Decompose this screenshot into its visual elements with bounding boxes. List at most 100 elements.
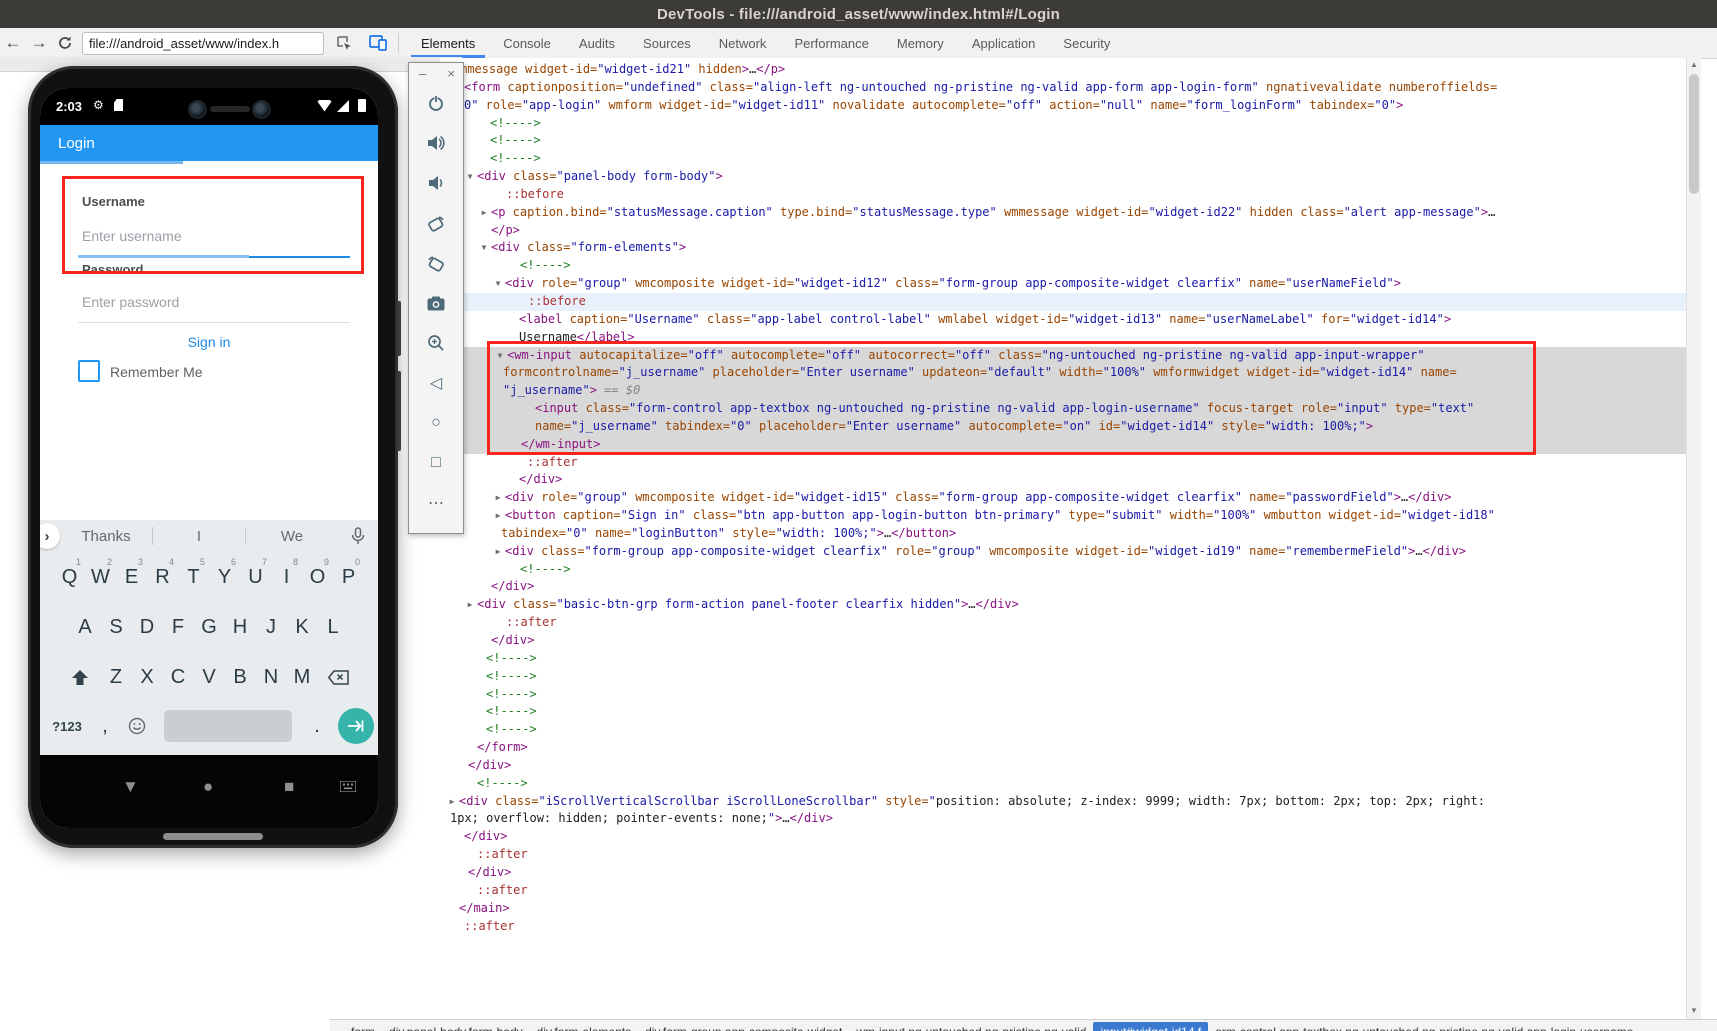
suggestion-word[interactable]: I <box>153 528 245 545</box>
key-k[interactable]: K <box>287 616 318 639</box>
code-line[interactable]: <label caption="Username" class="app-lab… <box>446 311 1687 329</box>
key-m[interactable]: M <box>287 666 318 689</box>
remember-me-label[interactable]: Remember Me <box>110 364 203 380</box>
expand-arrow-down-icon[interactable]: ▼ <box>494 347 506 365</box>
code-line[interactable]: ▶<div class="iScrollVerticalScrollbar iS… <box>446 793 1687 811</box>
zoom-icon[interactable] <box>409 331 463 355</box>
breadcrumb-item[interactable]: input#widget-id14.f <box>1093 1022 1208 1031</box>
key-space[interactable] <box>164 710 292 742</box>
scroll-down-icon[interactable]: ▼ <box>1687 1004 1701 1018</box>
back-icon[interactable]: ← <box>0 30 26 56</box>
nav-home-icon[interactable]: ● <box>203 777 213 797</box>
tab-network[interactable]: Network <box>705 28 781 58</box>
key-c[interactable]: C <box>163 666 194 689</box>
code-line[interactable]: <!----> <box>446 650 1687 668</box>
suggestion-word[interactable]: Thanks <box>60 528 152 545</box>
key-d[interactable]: D <box>132 616 163 639</box>
code-line[interactable]: <!----> <box>446 257 1687 275</box>
key-n[interactable]: N <box>256 666 287 689</box>
expand-arrow-down-icon[interactable]: ▼ <box>478 239 490 257</box>
tab-memory[interactable]: Memory <box>883 28 958 58</box>
overview-icon[interactable]: □ <box>409 451 463 475</box>
code-line[interactable]: ::before <box>446 186 1687 204</box>
refresh-icon[interactable] <box>52 30 78 56</box>
code-line[interactable]: <!----> <box>446 561 1687 579</box>
key-b[interactable]: B <box>225 666 256 689</box>
key-s[interactable]: S <box>101 616 132 639</box>
code-line[interactable]: ▼<wm-input autocapitalize="off" autocomp… <box>440 347 1687 365</box>
code-line[interactable]: <!----> <box>446 686 1687 704</box>
code-line[interactable]: ▼<div role="group" wmcomposite widget-id… <box>446 275 1687 293</box>
volume-button[interactable] <box>397 301 401 356</box>
code-line[interactable]: ▶<div role="group" wmcomposite widget-id… <box>446 489 1687 507</box>
key-x[interactable]: X <box>132 666 163 689</box>
code-line[interactable]: ::after <box>446 454 1687 472</box>
expand-arrow-right-icon[interactable]: ▶ <box>478 204 490 222</box>
code-line[interactable]: ▶<div class="form-group app-composite-wi… <box>446 543 1687 561</box>
code-line[interactable]: mmessage widget-id="widget-id21" hidden>… <box>446 61 1687 79</box>
code-line[interactable]: </form> <box>446 739 1687 757</box>
suggestion-word[interactable]: We <box>246 528 338 545</box>
key-y[interactable]: Y6 <box>209 566 240 589</box>
code-line[interactable]: </div> <box>446 578 1687 596</box>
power-icon[interactable] <box>409 91 463 115</box>
expand-arrow-right-icon[interactable]: ▶ <box>464 596 476 614</box>
code-line[interactable]: 0" role="app-login" wmform widget-id="wi… <box>446 97 1687 115</box>
camera-icon[interactable] <box>409 291 463 315</box>
code-line[interactable]: 1px; overflow: hidden; pointer-events: n… <box>446 810 1687 828</box>
password-input[interactable]: Enter password <box>82 294 179 310</box>
tab-performance[interactable]: Performance <box>780 28 882 58</box>
code-line[interactable]: </div> <box>446 471 1687 489</box>
code-line[interactable]: name="j_username" tabindex="0" placehold… <box>440 418 1687 436</box>
inspect-element-icon[interactable] <box>330 30 358 56</box>
enter-key-icon[interactable] <box>338 708 374 744</box>
code-line[interactable]: </div> <box>446 757 1687 775</box>
toolbar-minimize-icon[interactable]: – <box>419 66 426 81</box>
emoji-key-icon[interactable] <box>120 717 154 735</box>
code-line[interactable]: <!----> <box>446 115 1687 133</box>
expand-arrow-down-icon[interactable]: ▼ <box>492 275 504 293</box>
code-line[interactable]: ▼<div class="panel-body form-body"> <box>446 168 1687 186</box>
comma-key[interactable]: , <box>90 715 120 738</box>
breadcrumb-item[interactable]: wm-input.ng-untouched.ng-pristine.ng-val… <box>849 1022 1093 1031</box>
home-icon[interactable]: ○ <box>409 411 463 435</box>
code-line[interactable]: ▼<div class="form-elements"> <box>446 239 1687 257</box>
more-icon[interactable]: ⋯ <box>409 491 463 515</box>
key-e[interactable]: E3 <box>116 566 147 589</box>
shift-key-icon[interactable] <box>59 669 101 686</box>
key-o[interactable]: O9 <box>302 566 333 589</box>
key-p[interactable]: P0 <box>333 566 364 589</box>
key-h[interactable]: H <box>225 616 256 639</box>
code-line[interactable]: ▶<div class="basic-btn-grp form-action p… <box>446 596 1687 614</box>
backspace-key-icon[interactable] <box>318 670 360 685</box>
power-button[interactable] <box>397 371 401 451</box>
code-line[interactable]: </p> <box>446 222 1687 240</box>
device-toolbar-icon[interactable] <box>364 30 392 56</box>
url-input[interactable]: file:///android_asset/www/index.h <box>82 32 324 55</box>
code-line[interactable]: <form captionposition="undefined" class=… <box>446 79 1687 97</box>
code-line[interactable]: formcontrolname="j_username" placeholder… <box>440 364 1687 382</box>
code-line[interactable]: ::after <box>446 918 1687 936</box>
code-line[interactable]: <!----> <box>446 668 1687 686</box>
code-line[interactable]: "j_username"> == $0 <box>440 382 1687 400</box>
code-line[interactable]: <!----> <box>446 703 1687 721</box>
nav-keyboard-icon[interactable] <box>340 781 356 792</box>
tab-audits[interactable]: Audits <box>565 28 629 58</box>
key-t[interactable]: T5 <box>178 566 209 589</box>
remember-me-checkbox[interactable] <box>78 360 100 382</box>
code-line[interactable]: <!----> <box>446 721 1687 739</box>
period-key[interactable]: . <box>302 715 332 738</box>
tab-console[interactable]: Console <box>489 28 565 58</box>
elements-scrollbar[interactable]: ▲ ▼ <box>1686 58 1701 1020</box>
code-line[interactable]: <input class="form-control app-textbox n… <box>440 400 1687 418</box>
scrollbar-thumb[interactable] <box>1689 74 1699 194</box>
key-v[interactable]: V <box>194 666 225 689</box>
code-line[interactable]: </wm-input> <box>440 436 1687 454</box>
tab-security[interactable]: Security <box>1049 28 1124 58</box>
key-f[interactable]: F <box>163 616 194 639</box>
forward-icon[interactable]: → <box>26 30 52 56</box>
key-r[interactable]: R4 <box>147 566 178 589</box>
code-line[interactable]: </main> <box>446 900 1687 918</box>
tab-application[interactable]: Application <box>958 28 1050 58</box>
rotate-right-icon[interactable] <box>409 251 463 275</box>
